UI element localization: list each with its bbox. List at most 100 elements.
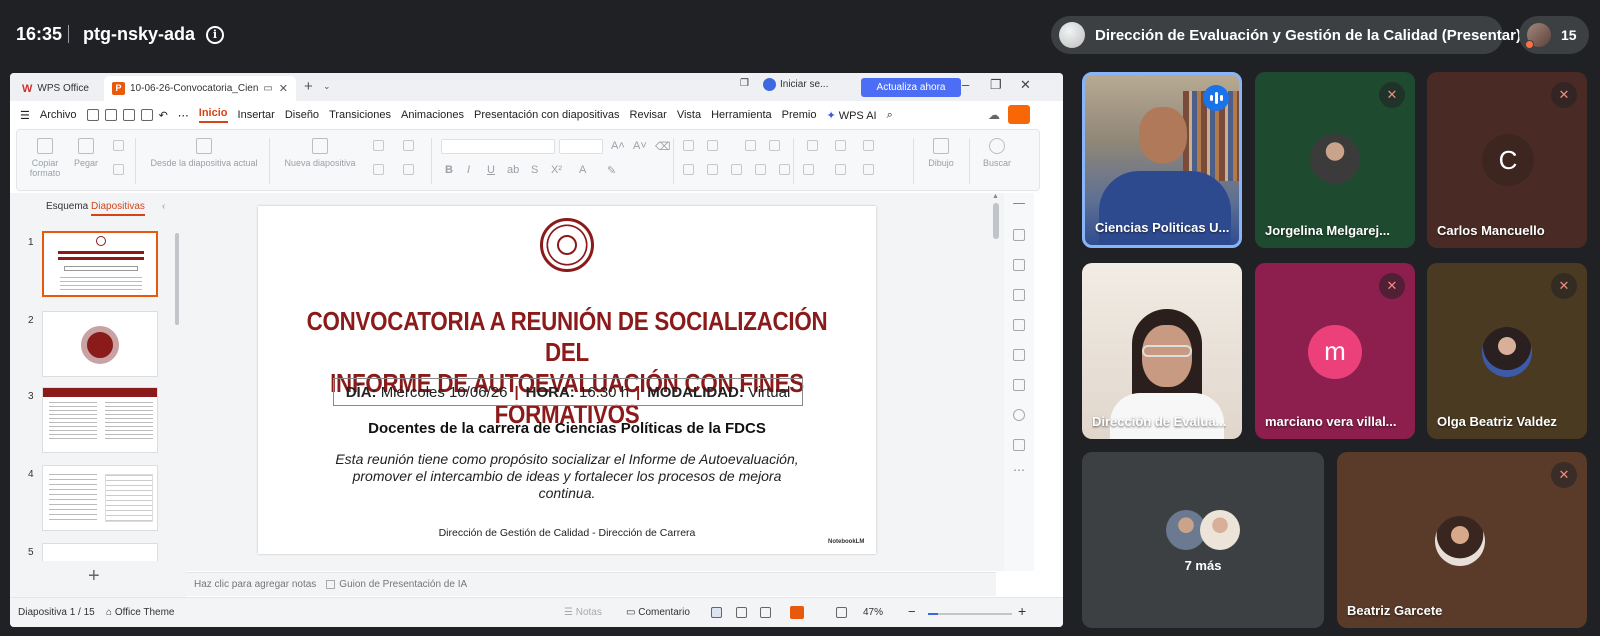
italic-icon[interactable]: I	[467, 164, 470, 176]
share-icon[interactable]	[104, 109, 117, 121]
tab-slides[interactable]: Diapositivas	[91, 201, 145, 216]
menu-wps-ai[interactable]: ✦ WPS AI	[826, 109, 876, 122]
window-icon[interactable]: ❐	[740, 78, 749, 89]
tile-beatriz-garcete[interactable]: ✕ Beatriz Garcete	[1337, 452, 1587, 628]
minus-icon[interactable]	[1013, 203, 1025, 204]
grow-font-icon[interactable]: A˄	[611, 140, 625, 152]
current-slide[interactable]: CONVOCATORIA A REUNIÓN DE SOCIALIZACIÓN …	[258, 206, 876, 554]
font-size-select[interactable]	[559, 139, 603, 154]
menu-transiciones[interactable]: Transiciones	[329, 109, 391, 121]
print-icon[interactable]	[122, 109, 135, 121]
save-icon[interactable]	[86, 109, 99, 121]
tile-ciencias-politicas[interactable]: Ciencias Politicas U...	[1082, 72, 1242, 248]
columns-icon[interactable]	[779, 164, 790, 175]
animation-icon[interactable]	[1013, 349, 1025, 361]
menu-presentacion[interactable]: Presentación con diapositivas	[474, 109, 620, 121]
strike-icon[interactable]: ab	[507, 164, 519, 176]
shrink-font-icon[interactable]: A˅	[633, 140, 647, 152]
zoom-slider[interactable]	[928, 613, 1012, 615]
slide-thumbnail-5[interactable]	[42, 543, 158, 561]
theme-button[interactable]: ⌂ Office Theme	[106, 607, 175, 618]
chevron-down-icon[interactable]: ⌄	[323, 81, 331, 92]
comment-button[interactable]: ▭ Comentario	[626, 607, 690, 618]
restore-icon[interactable]: ❐	[990, 77, 1002, 93]
image-icon[interactable]	[1013, 379, 1025, 391]
tile-jorgelina-melgarejo[interactable]: ✕ Jorgelina Melgarej...	[1255, 72, 1415, 248]
reading-view-icon[interactable]	[760, 607, 771, 618]
magic-icon[interactable]	[1013, 319, 1025, 331]
star-icon[interactable]	[1013, 259, 1025, 271]
tile-olga-beatriz-valdez[interactable]: ✕ Olga Beatriz Valdez	[1427, 263, 1587, 439]
info-icon[interactable]: i	[206, 26, 224, 44]
comment-icon[interactable]	[1013, 439, 1025, 451]
menu-premio[interactable]: Premio	[782, 109, 817, 121]
clear-format-icon[interactable]: ⌫	[655, 140, 671, 153]
close-tab-icon[interactable]: ✕	[279, 82, 288, 95]
numbering-icon[interactable]	[707, 140, 718, 151]
canvas-scrollbar[interactable]	[993, 203, 999, 239]
tile-more-participants[interactable]: 7 más	[1082, 452, 1324, 628]
search-icon[interactable]: ⌕	[887, 109, 893, 122]
smartart-icon[interactable]	[863, 140, 874, 151]
tile-direccion-de-evaluacion[interactable]: Dirección de Evalua...	[1082, 263, 1242, 439]
collapse-panel-icon[interactable]: ‹	[162, 201, 165, 212]
new-slide-button[interactable]: Nueva diapositiva	[279, 138, 361, 168]
slide-thumbnail-3[interactable]	[42, 387, 158, 453]
paste-button[interactable]: Pegar	[69, 138, 103, 168]
copy-icon[interactable]	[113, 164, 124, 175]
login-button[interactable]: Iniciar se...	[763, 78, 828, 91]
preview-icon[interactable]	[140, 109, 153, 121]
menu-insertar[interactable]: Insertar	[238, 109, 275, 121]
zoom-level[interactable]: 47%	[863, 607, 883, 618]
tile-carlos-mancuello[interactable]: C ✕ Carlos Mancuello	[1427, 72, 1587, 248]
spacing-icon[interactable]	[835, 164, 846, 175]
zoom-in-icon[interactable]: +	[1018, 603, 1026, 619]
outdent-icon[interactable]	[745, 140, 756, 151]
from-current-slide-button[interactable]: Desde la diapositiva actual	[145, 138, 263, 168]
align-right-icon[interactable]	[731, 164, 742, 175]
slideshow-play-icon[interactable]	[790, 606, 804, 619]
close-window-icon[interactable]: ✕	[1020, 77, 1031, 93]
superscript-icon[interactable]: X²	[551, 164, 562, 176]
help-icon[interactable]	[1013, 409, 1025, 421]
panel-scrollbar[interactable]	[175, 233, 179, 325]
shadow-icon[interactable]: S	[531, 164, 538, 176]
add-tab-icon[interactable]: +	[304, 78, 313, 95]
layout-icon[interactable]	[373, 140, 384, 151]
notes-area[interactable]: Haz clic para agregar notas Guion de Pre…	[186, 572, 996, 596]
document-tab[interactable]: P 10-06-26-Convocatoria_Cien ▭ ✕	[104, 76, 296, 101]
slide-thumbnail-2[interactable]	[42, 311, 158, 377]
normal-view-icon[interactable]	[711, 607, 722, 618]
notes-button[interactable]: ☰ Notas	[564, 607, 602, 618]
reset-icon[interactable]	[403, 140, 414, 151]
settings-icon[interactable]	[863, 164, 874, 175]
zoom-out-icon[interactable]: −	[908, 604, 916, 619]
align-text-icon[interactable]	[835, 140, 846, 151]
font-family-select[interactable]	[441, 139, 555, 154]
search-button[interactable]: Buscar	[977, 138, 1017, 168]
menu-archivo[interactable]: Archivo	[40, 109, 77, 121]
indent-icon[interactable]	[769, 140, 780, 151]
bullets-icon[interactable]	[683, 140, 694, 151]
adjust-icon[interactable]	[1013, 229, 1025, 241]
section-icon[interactable]	[373, 164, 384, 175]
menu-diseno[interactable]: Diseño	[285, 109, 319, 121]
presenter-chip[interactable]: Dirección de Evaluación y Gestión de la …	[1051, 16, 1521, 54]
justify-icon[interactable]	[755, 164, 766, 175]
draw-button[interactable]: Dibujo	[921, 138, 961, 168]
copy-format-button[interactable]: Copiar formato	[27, 138, 63, 178]
menu-herramienta[interactable]: Herramienta	[711, 109, 772, 121]
share-orange-icon[interactable]	[1008, 105, 1030, 124]
menu-animaciones[interactable]: Animaciones	[401, 109, 464, 121]
fit-screen-icon[interactable]	[836, 607, 847, 618]
highlight-icon[interactable]: ✎	[607, 164, 616, 177]
minimize-icon[interactable]: –	[962, 77, 969, 92]
menu-inicio[interactable]: Inicio	[198, 107, 228, 123]
slide-thumbnail-1[interactable]	[42, 231, 158, 297]
more-icon[interactable]: ⋯	[1013, 463, 1025, 477]
wps-home-tab[interactable]: W WPS Office	[14, 76, 102, 101]
hamburger-icon[interactable]: ☰	[20, 109, 30, 122]
table-icon[interactable]	[403, 164, 414, 175]
underline-icon[interactable]: U	[487, 164, 495, 176]
add-slide-icon[interactable]: +	[88, 565, 100, 588]
